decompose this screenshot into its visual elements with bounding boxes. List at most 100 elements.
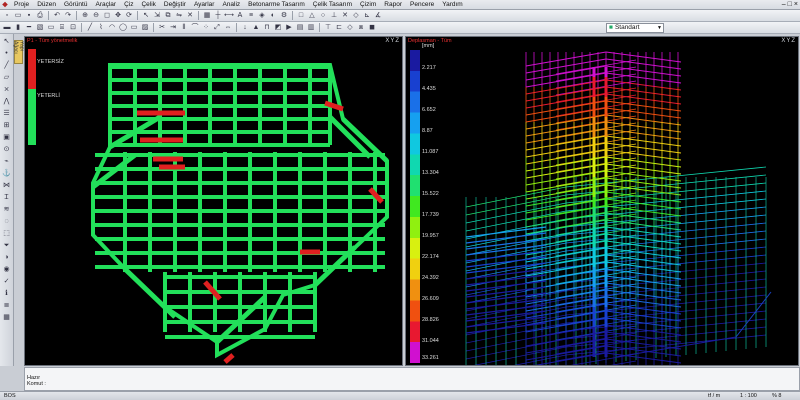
hide-icon[interactable]: ◑ [1, 252, 12, 263]
slab-icon[interactable]: ▧ [35, 23, 45, 33]
structure-tree-tab[interactable]: Yapı Ağacı [13, 40, 25, 64]
move-icon[interactable]: ⇲ [152, 11, 162, 21]
view-front-icon[interactable]: ⊏ [334, 23, 344, 33]
print-icon[interactable]: ⎙ [35, 11, 45, 21]
area-icon[interactable]: ▱ [1, 72, 12, 83]
undo-icon[interactable]: ↶ [52, 11, 62, 21]
rotate-icon[interactable]: ⟳ [124, 11, 134, 21]
analysis-icon[interactable]: ▶ [284, 23, 294, 33]
truss-icon[interactable]: ⋀ [1, 96, 12, 107]
filter-icon[interactable]: ⏷ [1, 240, 12, 251]
status-scale[interactable]: 1 : 100 [740, 392, 757, 400]
support-icon[interactable]: ▲ [251, 23, 261, 33]
redo-icon[interactable]: ↷ [63, 11, 73, 21]
pointer-icon[interactable]: ↖ [1, 36, 12, 47]
snap-center-icon[interactable]: ○ [318, 11, 328, 21]
weld-icon[interactable]: ⌁ [1, 156, 12, 167]
menu-rapor[interactable]: Rapor [380, 0, 406, 10]
section-icon[interactable]: ⊓ [262, 23, 272, 33]
zoom-in-icon[interactable]: ⊕ [80, 11, 90, 21]
bolt-icon[interactable]: ⊙ [1, 144, 12, 155]
snap-nearest-icon[interactable]: ◇ [351, 11, 361, 21]
wall-icon[interactable]: ▬ [2, 23, 12, 33]
snap-intersection-icon[interactable]: ✕ [340, 11, 350, 21]
menu-degistir[interactable]: Değiştir [160, 0, 190, 10]
maximize-button[interactable]: □ [788, 0, 792, 10]
node-icon[interactable]: • [1, 48, 12, 59]
stair-icon[interactable]: ⌸ [57, 23, 67, 33]
plan-view-viewport[interactable]: P1 - Tüm yönetmelik XYZ YETERSİZ YETERLİ [24, 36, 403, 366]
menu-celik-tasarim[interactable]: Çelik Tasarım [309, 0, 356, 10]
command-line-panel[interactable]: Hazır Komut : [24, 367, 800, 391]
settings-icon[interactable]: ⚙ [279, 11, 289, 21]
arc-icon[interactable]: ◠ [107, 23, 117, 33]
view-top-icon[interactable]: ⊤ [323, 23, 333, 33]
new-file-icon[interactable]: ▫ [2, 11, 12, 21]
trim-icon[interactable]: ✂ [157, 23, 167, 33]
beam-icon[interactable]: ━ [24, 23, 34, 33]
status-unit[interactable]: tf / m [708, 392, 720, 400]
snap-perpendicular-icon[interactable]: ⊥ [329, 11, 339, 21]
material-dropdown[interactable]: ■ Standart ▼ [606, 23, 664, 33]
table-icon[interactable]: ▦ [1, 312, 12, 323]
offset-icon[interactable]: ⫴ [179, 23, 189, 33]
text-icon[interactable]: A [235, 11, 245, 21]
menu-araclar[interactable]: Araçlar [91, 0, 120, 10]
anchor-icon[interactable]: ⚓ [1, 168, 12, 179]
polar-icon[interactable]: ∡ [373, 11, 383, 21]
snap-endpoint-icon[interactable]: □ [296, 11, 306, 21]
menu-proje[interactable]: Proje [10, 0, 33, 10]
plate-icon[interactable]: ▣ [1, 132, 12, 143]
zoom-window-icon[interactable]: ◻ [102, 11, 112, 21]
connection-icon[interactable]: ⋈ [1, 180, 12, 191]
polyline-icon[interactable]: ⌇ [96, 23, 106, 33]
brace-icon[interactable]: ⨯ [1, 84, 12, 95]
rectangle-icon[interactable]: ▭ [129, 23, 139, 33]
menu-analiz[interactable]: Analiz [218, 0, 244, 10]
column-icon[interactable]: ▮ [13, 23, 23, 33]
zoom-out-icon[interactable]: ⊖ [91, 11, 101, 21]
menu-celik[interactable]: Çelik [137, 0, 159, 10]
menu-pencere[interactable]: Pencere [406, 0, 438, 10]
measure-icon[interactable]: ⟷ [224, 11, 234, 21]
axis-icon[interactable]: ┼ [213, 11, 223, 21]
opening-icon[interactable]: ⊡ [68, 23, 78, 33]
ortho-icon[interactable]: ⊾ [362, 11, 372, 21]
view-3d-icon[interactable]: ◈ [257, 11, 267, 21]
group-icon[interactable]: ⬚ [1, 228, 12, 239]
member-icon[interactable]: ╱ [1, 60, 12, 71]
grid-icon[interactable]: ▦ [202, 11, 212, 21]
shaded-icon[interactable]: ◼ [367, 23, 377, 33]
purlin-icon[interactable]: ☰ [1, 108, 12, 119]
menu-ciz[interactable]: Çiz [120, 0, 137, 10]
delete-icon[interactable]: ✕ [185, 11, 195, 21]
minimize-button[interactable]: – [782, 0, 786, 10]
copy-icon[interactable]: ⧉ [163, 11, 173, 21]
close-button[interactable]: × [794, 0, 798, 10]
wireframe-icon[interactable]: ⧈ [356, 23, 366, 33]
menu-duzen[interactable]: Düzen [33, 0, 60, 10]
spring-icon[interactable]: ≋ [1, 204, 12, 215]
footing-icon[interactable]: ▭ [46, 23, 56, 33]
pan-icon[interactable]: ✥ [113, 11, 123, 21]
array-icon[interactable]: ⁘ [201, 23, 211, 33]
menu-ayarlar[interactable]: Ayarlar [190, 0, 218, 10]
select-icon[interactable]: ↖ [141, 11, 151, 21]
circle-icon[interactable]: ◯ [118, 23, 128, 33]
scale-icon[interactable]: ⤢ [212, 23, 222, 33]
list-icon[interactable]: ≣ [1, 300, 12, 311]
save-icon[interactable]: ▪ [24, 11, 34, 21]
check-icon[interactable]: ✓ [1, 276, 12, 287]
layer-icon[interactable]: ≡ [246, 11, 256, 21]
menu-betonarme-tasarim[interactable]: Betonarme Tasarım [244, 0, 309, 10]
profile-icon[interactable]: Ɪ [1, 192, 12, 203]
line-icon[interactable]: ╱ [85, 23, 95, 33]
open-folder-icon[interactable]: ▭ [13, 11, 23, 21]
load-icon[interactable]: ↓ [240, 23, 250, 33]
show-icon[interactable]: ◉ [1, 264, 12, 275]
menu-goruntu[interactable]: Görüntü [60, 0, 92, 10]
menu-yardim[interactable]: Yardım [438, 0, 466, 10]
status-zoom[interactable]: % 8 [772, 392, 781, 400]
info-icon[interactable]: ℹ [1, 288, 12, 299]
report-icon[interactable]: ▥ [306, 23, 316, 33]
